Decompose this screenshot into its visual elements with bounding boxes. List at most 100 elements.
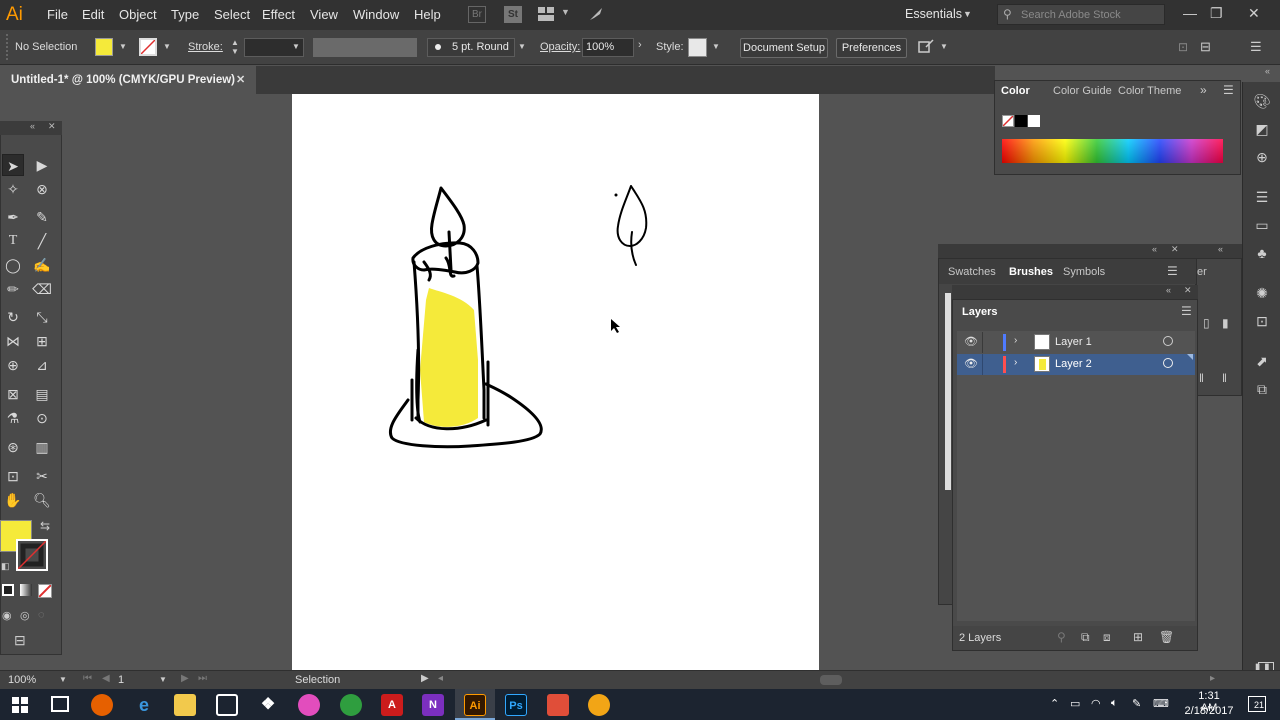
- type-tool-icon[interactable]: T: [2, 230, 24, 252]
- first-artboard-icon[interactable]: ⏮: [83, 673, 92, 684]
- align-icon[interactable]: ▯: [1203, 316, 1210, 330]
- chevron-down-icon[interactable]: ▼: [518, 42, 526, 51]
- xbox-icon[interactable]: [340, 694, 362, 716]
- swatches-icon[interactable]: ☰: [1253, 188, 1271, 206]
- arrange-icon[interactable]: [918, 39, 934, 55]
- zoom-level[interactable]: 100%: [8, 674, 36, 686]
- minimize-icon[interactable]: —: [1183, 5, 1197, 21]
- battery-icon[interactable]: ▭: [1070, 697, 1080, 710]
- direct-selection-tool-icon[interactable]: ▶: [31, 154, 53, 176]
- rotate-tool-icon[interactable]: ↻: [2, 306, 24, 328]
- layer-row-2[interactable]: 👁︎ › Layer 2: [957, 354, 1195, 375]
- workspace-switcher[interactable]: Essentials: [905, 7, 962, 21]
- itunes-icon[interactable]: [298, 694, 320, 716]
- artboard[interactable]: [292, 94, 819, 670]
- default-colors-icon[interactable]: ◧: [1, 561, 10, 572]
- chevron-down-icon[interactable]: ▼: [292, 42, 300, 51]
- distribute-icon[interactable]: ‖: [1222, 371, 1227, 385]
- search-stock-field[interactable]: ⚲ Search Adobe Stock: [997, 4, 1165, 25]
- file-explorer-icon[interactable]: [174, 694, 196, 716]
- export-icon[interactable]: ⬈: [1253, 352, 1271, 370]
- collapse-icon[interactable]: «: [1265, 66, 1270, 76]
- collapse-icon[interactable]: «: [30, 121, 35, 131]
- stock-icon[interactable]: St: [504, 6, 522, 23]
- volume-icon[interactable]: 🔈︎: [1111, 697, 1118, 710]
- paintbrush-tool-icon[interactable]: ✍: [31, 254, 53, 276]
- keyboard-icon[interactable]: ⌨: [1153, 697, 1169, 710]
- width-tool-icon[interactable]: ⋈: [2, 330, 24, 352]
- pencil-tool-icon[interactable]: ✏: [2, 278, 24, 300]
- clock-date[interactable]: 2/18/2017: [1183, 705, 1235, 717]
- stroke-weight-stepper[interactable]: ▲ ▼: [231, 38, 239, 56]
- firefox-icon[interactable]: [91, 694, 113, 716]
- panel-menu-icon[interactable]: ☰: [1167, 264, 1178, 278]
- symbols-icon[interactable]: ♣: [1253, 244, 1271, 262]
- menu-type[interactable]: Type: [171, 7, 199, 22]
- menu-effect[interactable]: Effect: [262, 7, 295, 22]
- tab-color-theme[interactable]: Color Theme: [1118, 85, 1181, 97]
- chevron-down-icon[interactable]: ▼: [119, 42, 127, 51]
- scroll-right-icon[interactable]: ▸: [1210, 673, 1215, 684]
- close-tab-icon[interactable]: ✕: [236, 66, 245, 94]
- layer-name[interactable]: Layer 2: [1055, 358, 1092, 370]
- tab-symbols[interactable]: Symbols: [1063, 266, 1105, 278]
- eyedropper-tool-icon[interactable]: ⚗: [2, 407, 24, 429]
- edge-icon[interactable]: e: [133, 694, 155, 716]
- scroll-left-icon[interactable]: ◂: [438, 673, 443, 684]
- graphic-style-swatch[interactable]: [688, 38, 707, 57]
- artboard-number[interactable]: 1: [118, 674, 124, 686]
- ellipse-tool-icon[interactable]: ◯: [2, 254, 24, 276]
- close-icon[interactable]: ✕: [1171, 244, 1179, 255]
- create-sublayer-icon[interactable]: ⧈: [1103, 630, 1111, 645]
- onenote-icon[interactable]: N: [422, 694, 444, 716]
- stroke-swatch[interactable]: [139, 38, 157, 56]
- previous-artboard-icon[interactable]: ◀: [102, 673, 110, 684]
- align-icon[interactable]: ⊟: [1200, 39, 1211, 55]
- eraser-tool-icon[interactable]: ⌫: [31, 278, 53, 300]
- blend-tool-icon[interactable]: ⊙: [31, 407, 53, 429]
- pen-tool-icon[interactable]: ✒: [2, 206, 24, 228]
- make-clipping-mask-icon[interactable]: ⧉: [1081, 630, 1090, 645]
- none-mode-icon[interactable]: [38, 584, 52, 598]
- layer-row-1[interactable]: 👁︎ › Layer 1: [957, 332, 1195, 353]
- menu-help[interactable]: Help: [414, 7, 441, 22]
- gradient-tool-icon[interactable]: ▤: [31, 383, 53, 405]
- chevron-down-icon[interactable]: ▼: [561, 7, 570, 17]
- curvature-tool-icon[interactable]: ✎: [31, 206, 53, 228]
- perspective-grid-tool-icon[interactable]: ⊿: [31, 354, 53, 376]
- pen-icon[interactable]: ✎: [1132, 697, 1141, 710]
- zoom-tool-icon[interactable]: 🔍︎: [31, 489, 53, 511]
- target-icon[interactable]: [1163, 358, 1173, 368]
- preferences-button[interactable]: Preferences: [836, 38, 907, 58]
- eye-icon[interactable]: 👁︎: [964, 357, 978, 370]
- column-graph-tool-icon[interactable]: ▥: [31, 436, 53, 458]
- selection-tool-icon[interactable]: ➤: [2, 154, 24, 176]
- chevron-down-icon[interactable]: ▼: [59, 675, 67, 684]
- hand-tool-icon[interactable]: ✋: [2, 489, 24, 511]
- slice-tool-icon[interactable]: ✂: [31, 465, 53, 487]
- distribute-icon[interactable]: ▮: [1222, 316, 1229, 330]
- swap-colors-icon[interactable]: ⇆: [40, 519, 50, 533]
- tab-swatches[interactable]: Swatches: [948, 266, 996, 278]
- scale-tool-icon[interactable]: ⤡: [31, 306, 53, 328]
- menu-view[interactable]: View: [310, 7, 338, 22]
- menu-select[interactable]: Select: [214, 7, 250, 22]
- status-menu-icon[interactable]: ▶: [421, 673, 429, 684]
- shape-builder-tool-icon[interactable]: ⊕: [2, 354, 24, 376]
- menu-window[interactable]: Window: [353, 7, 399, 22]
- brush-definition[interactable]: 5 pt. Round: [427, 38, 515, 57]
- magic-wand-tool-icon[interactable]: ✧: [2, 178, 24, 200]
- artboard-tool-icon[interactable]: ⊡: [2, 465, 24, 487]
- horizontal-scrollbar-thumb[interactable]: [820, 675, 842, 685]
- document-tab[interactable]: Untitled-1* @ 100% (CMYK/GPU Preview) ✕: [0, 66, 256, 94]
- brushes-scrollbar[interactable]: [945, 293, 951, 490]
- locate-object-icon[interactable]: ⚲: [1057, 630, 1066, 644]
- photoshop-icon[interactable]: Ps: [505, 694, 527, 716]
- color-spectrum[interactable]: [1002, 139, 1223, 163]
- transform-icon[interactable]: ⊡: [1253, 312, 1271, 330]
- stroke-icon[interactable]: ✺: [1253, 284, 1271, 302]
- gradient-mode-icon[interactable]: [20, 584, 32, 596]
- color-panel-icon[interactable]: 🎨︎: [1253, 92, 1271, 110]
- free-transform-tool-icon[interactable]: ⊞: [31, 330, 53, 352]
- tab-color-guide[interactable]: Color Guide: [1053, 85, 1112, 97]
